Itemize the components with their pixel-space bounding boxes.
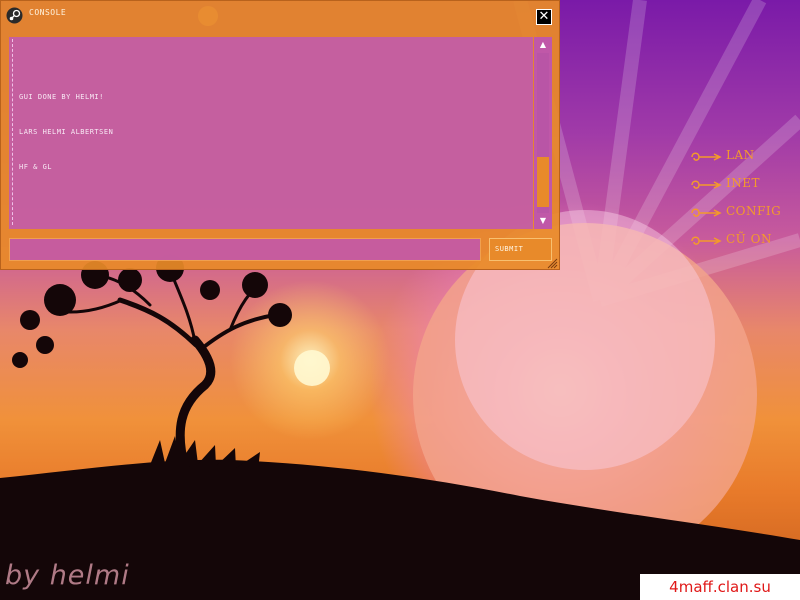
command-input[interactable]: [9, 238, 481, 261]
steam-icon: [6, 7, 23, 24]
console-scrollbar[interactable]: ▲ ▼: [534, 37, 552, 229]
console-line: GUI DONE BY HELMI!: [19, 93, 104, 101]
grass: [150, 436, 260, 470]
console-title-bar[interactable]: CONSOLE ✕: [1, 1, 559, 31]
menu-item-cu-on[interactable]: CŨ ON: [690, 232, 800, 252]
output-dashed-border: [12, 39, 15, 225]
scroll-down-button[interactable]: ▼: [534, 213, 552, 229]
tree-silhouette: [48, 268, 277, 473]
watermark: 4maff.clan.su: [640, 574, 800, 600]
submit-button[interactable]: SUBMIT: [489, 238, 552, 261]
scroll-track[interactable]: [537, 53, 549, 213]
menu-label: INET: [726, 176, 761, 190]
menu-item-config[interactable]: CONFIG: [690, 204, 800, 224]
console-line: LARS HELMI ALBERTSEN: [19, 128, 114, 136]
menu-item-inet[interactable]: INET: [690, 176, 800, 196]
scroll-ornament-icon: [691, 208, 722, 217]
resize-grip-icon[interactable]: [546, 257, 558, 269]
menu-label: CŨ ON: [726, 232, 772, 246]
scroll-up-button[interactable]: ▲: [534, 37, 552, 53]
console-line: HF & GL: [19, 163, 53, 171]
scroll-ornament-icon: [691, 236, 722, 245]
brand-signature: by helmi: [5, 560, 130, 591]
scroll-thumb[interactable]: [537, 157, 549, 207]
star-glow: [294, 350, 330, 386]
console-window[interactable]: CONSOLE ✕ GUI DONE BY HELMI! LARS HELMI …: [0, 0, 560, 270]
scroll-ornament-icon: [691, 152, 722, 161]
menu-label: LAN: [726, 148, 755, 162]
menu-label: CONFIG: [726, 204, 782, 218]
menu-item-lan[interactable]: LAN: [690, 148, 800, 168]
scroll-ornament-icon: [691, 180, 722, 189]
close-button[interactable]: ✕: [536, 9, 552, 25]
console-title: CONSOLE: [29, 8, 67, 17]
console-output[interactable]: GUI DONE BY HELMI! LARS HELMI ALBERTSEN …: [9, 37, 533, 229]
close-icon: ✕: [538, 9, 550, 24]
